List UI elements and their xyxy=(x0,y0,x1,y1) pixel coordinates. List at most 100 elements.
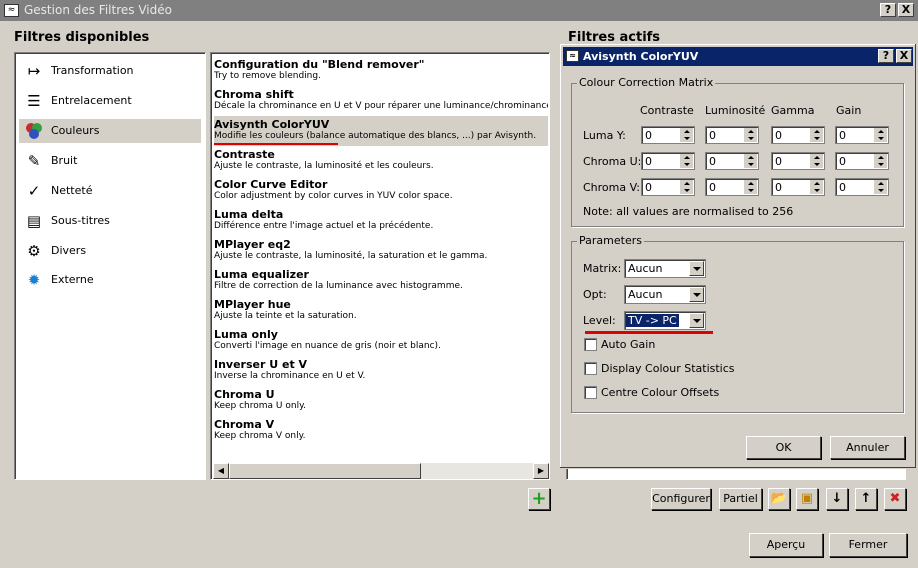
centre-offsets-checkbox[interactable] xyxy=(584,386,597,399)
filter-list: Configuration du "Blend remover" Try to r… xyxy=(210,52,550,480)
dialog-close-button[interactable]: X xyxy=(896,49,912,63)
auto-gain-checkbox[interactable] xyxy=(584,338,597,351)
horizontal-scrollbar[interactable]: ◀ ▶ xyxy=(213,463,549,479)
misc-icon: ⚙ xyxy=(27,242,41,260)
sharpness-icon: ✓ xyxy=(27,182,41,200)
display-stats-checkbox[interactable] xyxy=(584,362,597,375)
centre-offsets-label: Centre Colour Offsets xyxy=(601,386,720,399)
chevron-down-icon xyxy=(689,261,704,276)
filter-item[interactable]: Configuration du "Blend remover" Try to r… xyxy=(214,56,548,86)
col-luminosity: Luminosité xyxy=(705,104,766,117)
matrix-select[interactable]: Aucun xyxy=(624,259,706,278)
chromaU-luminosity-spin[interactable]: 0 xyxy=(705,152,759,170)
category-noise[interactable]: ✎ Bruit xyxy=(19,149,201,173)
arrow-down-icon: ↓ xyxy=(831,491,843,506)
add-filter-button[interactable]: + xyxy=(528,488,550,510)
colors-icon xyxy=(23,122,45,140)
filter-item[interactable]: Luma only Converti l'image en nuance de g… xyxy=(214,326,548,356)
remove-icon: ✖ xyxy=(889,491,901,506)
preview-button[interactable]: Aperçu xyxy=(749,533,823,557)
filter-item[interactable]: MPlayer hue Ajuste la teinte et la satura… xyxy=(214,296,548,326)
partial-button[interactable]: Partiel xyxy=(719,488,762,510)
chromaU-gain-spin[interactable]: 0 xyxy=(835,152,889,170)
luma-luminosity-spin[interactable]: 0 xyxy=(705,126,759,144)
close-button[interactable]: X xyxy=(898,3,914,17)
chevron-down-icon xyxy=(689,287,704,302)
main-title-bar: ≈ Gestion des Filtres Vidéo ? X xyxy=(0,0,918,21)
noise-icon: ✎ xyxy=(27,152,41,170)
luma-gamma-spin[interactable]: 0 xyxy=(771,126,825,144)
save-button[interactable]: ▣ xyxy=(796,488,818,510)
filter-item[interactable]: Luma delta Différence entre l'image actue… xyxy=(214,206,548,236)
folder-open-icon: 📂 xyxy=(770,491,788,506)
level-select[interactable]: TV -> PC xyxy=(624,311,706,330)
luma-gain-spin[interactable]: 0 xyxy=(835,126,889,144)
matrix-group-label: Colour Correction Matrix xyxy=(577,76,716,89)
filter-item[interactable]: Color Curve Editor Color adjustment by co… xyxy=(214,176,548,206)
chromaV-luminosity-spin[interactable]: 0 xyxy=(705,178,759,196)
chromaV-gamma-spin[interactable]: 0 xyxy=(771,178,825,196)
category-interlace[interactable]: ☰ Entrelacement xyxy=(19,89,201,113)
dialog-title: Avisynth ColorYUV xyxy=(583,50,699,63)
filter-item[interactable]: Inverser U et V Inverse la chrominance en… xyxy=(214,356,548,386)
opt-label: Opt: xyxy=(583,288,607,301)
scroll-right-arrow-icon[interactable]: ▶ xyxy=(533,463,549,479)
parameters-group-label: Parameters xyxy=(577,234,644,247)
luma-contrast-spin[interactable]: 0 xyxy=(641,126,695,144)
category-transformation[interactable]: ↦ Transformation xyxy=(19,59,201,83)
chevron-down-icon xyxy=(689,313,704,328)
ok-button[interactable]: OK xyxy=(746,436,821,459)
category-subtitles[interactable]: ▤ Sous-titres xyxy=(19,209,201,233)
row-label-chroma-v: Chroma V: xyxy=(583,181,640,194)
dialog-help-button[interactable]: ? xyxy=(878,49,894,63)
subtitles-icon: ▤ xyxy=(26,212,42,230)
save-icon: ▣ xyxy=(800,491,814,506)
normalise-note: Note: all values are normalised to 256 xyxy=(583,205,794,218)
row-label-luma: Luma Y: xyxy=(583,129,626,142)
level-label: Level: xyxy=(583,314,616,327)
window-title: Gestion des Filtres Vidéo xyxy=(24,3,172,17)
filter-item[interactable]: Chroma V Keep chroma V only. xyxy=(214,416,548,446)
move-up-button[interactable]: ↑ xyxy=(855,488,877,510)
colorYUV-dialog: ≈ Avisynth ColorYUV ? X Colour Correctio… xyxy=(559,43,917,469)
transform-icon: ↦ xyxy=(27,62,41,80)
open-button[interactable]: 📂 xyxy=(768,488,790,510)
filter-item-selected[interactable]: Avisynth ColorYUV Modifie les couleurs (b… xyxy=(214,116,548,146)
filter-item[interactable]: MPlayer eq2 Ajuste le contraste, la lumin… xyxy=(214,236,548,266)
help-button[interactable]: ? xyxy=(880,3,896,17)
auto-gain-label: Auto Gain xyxy=(601,338,656,351)
close-window-button[interactable]: Fermer xyxy=(829,533,907,557)
category-colors[interactable]: Couleurs xyxy=(19,119,201,143)
chromaU-contrast-spin[interactable]: 0 xyxy=(641,152,695,170)
dialog-title-bar: ≈ Avisynth ColorYUV ? X xyxy=(563,47,913,66)
remove-filter-button[interactable]: ✖ xyxy=(884,488,906,510)
dialog-app-icon: ≈ xyxy=(566,50,579,62)
app-icon: ≈ xyxy=(4,4,19,17)
scroll-left-arrow-icon[interactable]: ◀ xyxy=(213,463,229,479)
category-external[interactable]: ✹ Externe xyxy=(19,268,201,292)
scrollbar-thumb[interactable] xyxy=(229,463,421,479)
chromaU-gamma-spin[interactable]: 0 xyxy=(771,152,825,170)
move-down-button[interactable]: ↓ xyxy=(826,488,848,510)
add-icon: + xyxy=(531,488,547,509)
chromaV-contrast-spin[interactable]: 0 xyxy=(641,178,695,196)
configure-button[interactable]: Configurer xyxy=(651,488,711,510)
category-list: ↦ Transformation ☰ Entrelacement Couleur… xyxy=(14,52,206,480)
opt-select[interactable]: Aucun xyxy=(624,285,706,304)
chromaV-gain-spin[interactable]: 0 xyxy=(835,178,889,196)
row-label-chroma-u: Chroma U: xyxy=(583,155,642,168)
col-contrast: Contraste xyxy=(640,104,694,117)
available-heading: Filtres disponibles xyxy=(14,30,150,45)
category-sharpness[interactable]: ✓ Netteté xyxy=(19,179,201,203)
filter-item[interactable]: Chroma shift Décale la chrominance en U e… xyxy=(214,86,548,116)
cancel-button[interactable]: Annuler xyxy=(830,436,905,459)
matrix-label: Matrix: xyxy=(583,262,622,275)
annotation-underline xyxy=(214,143,338,145)
filter-item[interactable]: Contraste Ajuste le contraste, la luminos… xyxy=(214,146,548,176)
external-icon: ✹ xyxy=(27,271,41,289)
filter-item[interactable]: Luma equalizer Filtre de correction de la… xyxy=(214,266,548,296)
interlace-icon: ☰ xyxy=(27,92,41,110)
col-gain: Gain xyxy=(836,104,862,117)
filter-item[interactable]: Chroma U Keep chroma U only. xyxy=(214,386,548,416)
category-misc[interactable]: ⚙ Divers xyxy=(19,239,201,263)
